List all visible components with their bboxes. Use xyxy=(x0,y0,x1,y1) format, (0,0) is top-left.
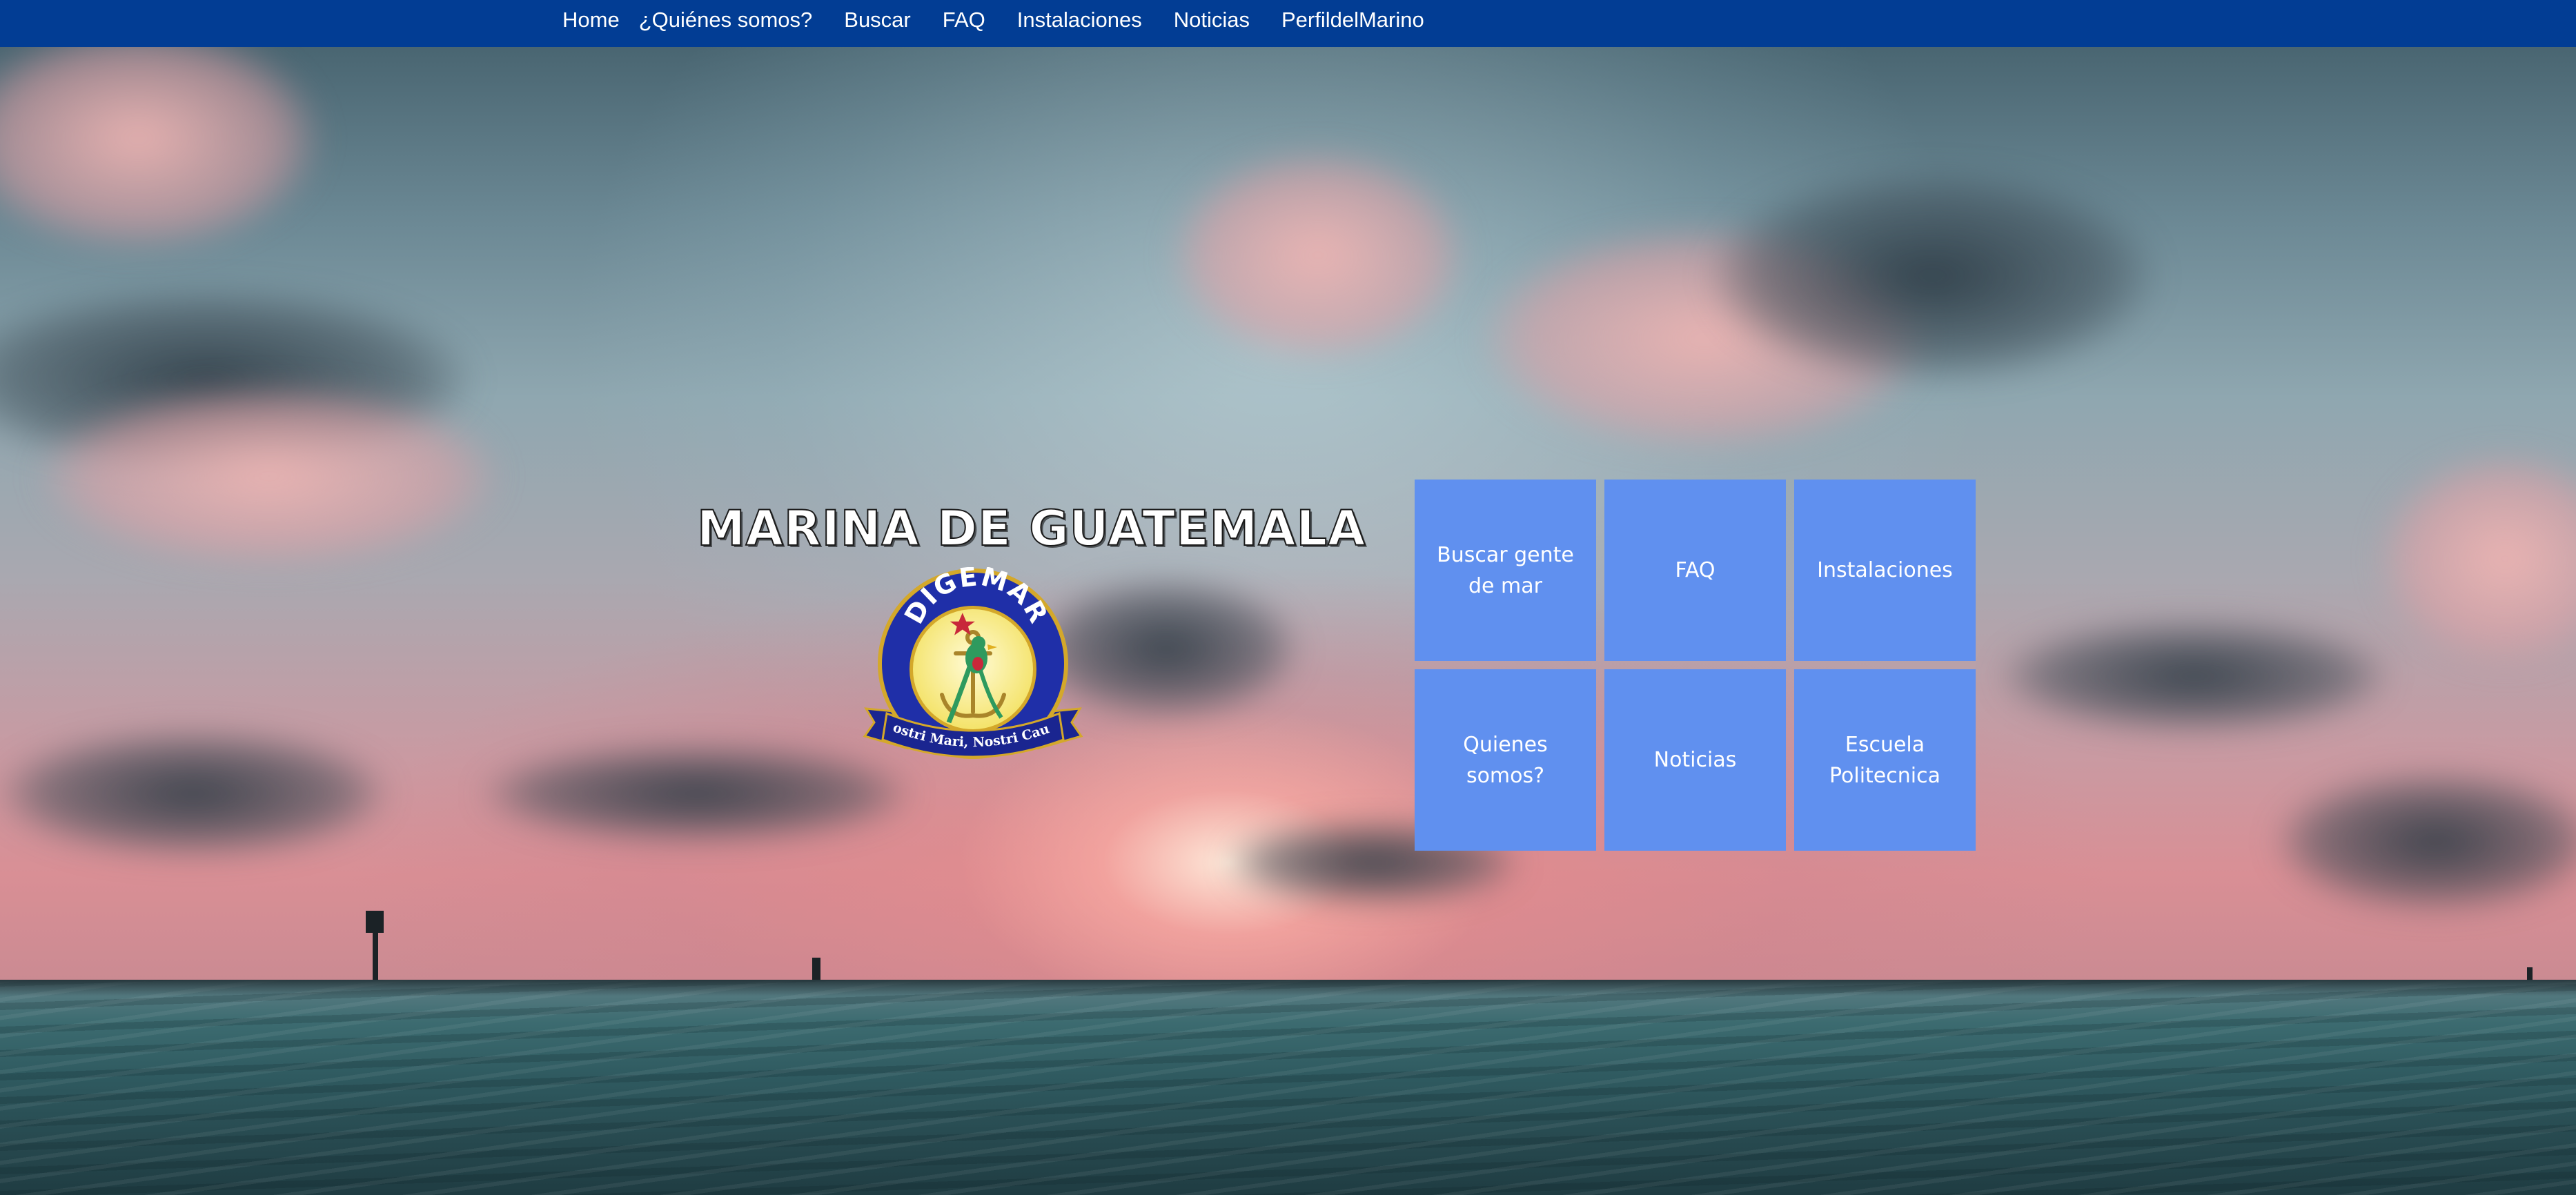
nav-item-noticias[interactable]: Noticias xyxy=(1174,8,1250,32)
tile-faq[interactable]: FAQ xyxy=(1604,480,1786,661)
cloud xyxy=(1711,172,2153,379)
tile-instalaciones[interactable]: Instalaciones xyxy=(1794,480,1976,661)
background-image xyxy=(0,0,2576,1195)
cloud xyxy=(2277,773,2576,911)
nav-item-instalaciones[interactable]: Instalaciones xyxy=(1017,8,1142,32)
nav-item-buscar[interactable]: Buscar xyxy=(844,8,910,32)
nav-menu: Home ¿Quiénes somos? Buscar FAQ Instalac… xyxy=(562,0,1456,40)
digemar-logo: DIGEMAR Nostri Mari, Nostri Causa xyxy=(852,567,1083,759)
tile-escuela-politecnica[interactable]: Escuela Politecnica xyxy=(1794,669,1976,851)
nav-item-quienes-somos[interactable]: ¿Quiénes somos? xyxy=(639,8,813,32)
tile-quienes-somos[interactable]: Quienes somos? xyxy=(1415,669,1596,851)
marker-post xyxy=(366,911,384,933)
nav-item-home[interactable]: Home xyxy=(562,8,620,32)
page-title: MARINA DE GUATEMALA xyxy=(696,500,1366,557)
tile-buscar-gente-de-mar[interactable]: Buscar gente de mar xyxy=(1415,480,1596,661)
horizon-line xyxy=(0,980,2576,996)
sea-waves xyxy=(0,980,2576,1195)
cloud xyxy=(0,731,386,856)
tile-noticias[interactable]: Noticias xyxy=(1604,669,1786,851)
cloud xyxy=(41,386,497,566)
top-navbar: Home ¿Quiénes somos? Buscar FAQ Instalac… xyxy=(0,0,2576,47)
nav-item-perfil-del-marino[interactable]: PerfildelMarino xyxy=(1281,8,1424,32)
quick-links-grid: Buscar gente de mar FAQ Instalaciones Qu… xyxy=(1415,480,1977,851)
cloud xyxy=(1173,152,1463,359)
nav-item-faq[interactable]: FAQ xyxy=(943,8,985,32)
cloud xyxy=(2001,621,2388,731)
cloud xyxy=(483,745,911,842)
marker-post xyxy=(812,958,820,981)
